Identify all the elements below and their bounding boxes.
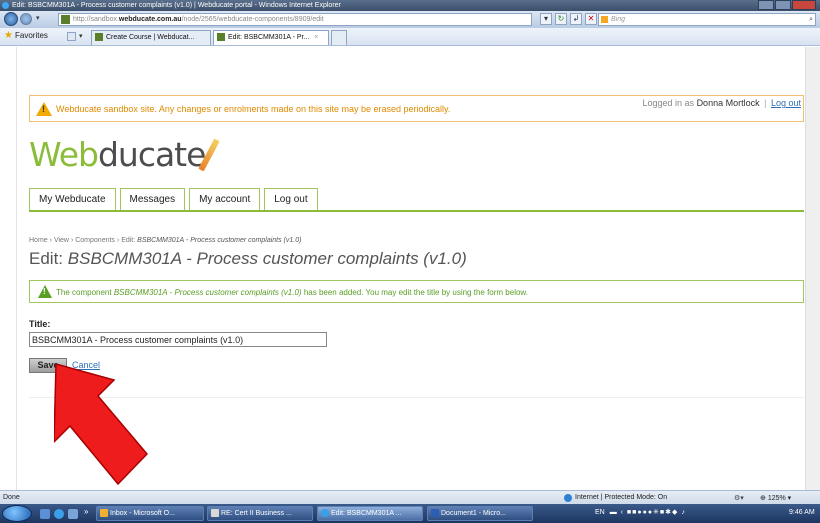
sandbox-notice: Webducate sandbox site. Any changes or e… [29, 95, 804, 122]
title-label: Title: [29, 319, 51, 329]
browser-status-bar: Done Internet | Protected Mode: On ⚙▾ ⊕ … [0, 490, 820, 504]
star-icon: ★ [4, 30, 13, 41]
page-content: Webducate sandbox site. Any changes or e… [0, 47, 820, 490]
new-tab-button[interactable] [331, 30, 347, 45]
ie-quicklaunch-icon[interactable] [54, 509, 64, 519]
menu-underline [29, 210, 804, 212]
status-message: The component BSBCMM301A - Process custo… [29, 280, 804, 303]
status-warning-icon [38, 285, 52, 298]
taskbar-item-re-cert[interactable]: RE: Cert II Business ... [207, 506, 313, 521]
go-icon[interactable]: ↲ [570, 13, 582, 25]
security-zone[interactable]: Internet | Protected Mode: On [564, 494, 667, 502]
back-button[interactable] [4, 12, 18, 26]
forward-button[interactable] [20, 13, 32, 25]
windows-taskbar: » Inbox - Microsoft O... RE: Cert II Bus… [0, 504, 820, 523]
desktop-icon[interactable] [40, 509, 50, 519]
ie-icon [321, 509, 329, 517]
breadcrumb: Home › View › Components › Edit: BSBCMM3… [29, 237, 302, 244]
quick-tabs-icon[interactable] [67, 32, 76, 41]
webducate-logo[interactable]: Webducate [29, 135, 220, 174]
logout-link[interactable]: Log out [771, 98, 801, 108]
favorites-button[interactable]: ★ Favorites [4, 30, 48, 41]
status-text: Done [3, 494, 20, 501]
vertical-scrollbar[interactable] [805, 47, 820, 490]
overflow-chevron-icon[interactable]: » [84, 507, 88, 516]
url-input[interactable]: http://sandbox.webducate.com.au/node/256… [58, 13, 532, 26]
browser-tab-create-course[interactable]: Create Course | Webducat... [91, 30, 211, 45]
dropdown-icon[interactable]: ▾ [540, 13, 552, 25]
breadcrumb-components[interactable]: Components [75, 237, 115, 244]
breadcrumb-current: BSBCMM301A - Process customer complaints… [137, 237, 302, 244]
page-divider [16, 47, 17, 490]
system-tray: EN ▬ ‹ ■■●●●✳■✱◆ ♪ 9:46 AM [595, 506, 815, 521]
stop-icon[interactable]: ✕ [585, 13, 597, 25]
window-controls [757, 0, 816, 10]
taskbar-item-inbox[interactable]: Inbox - Microsoft O... [96, 506, 204, 521]
word-icon [431, 509, 439, 517]
bing-icon [601, 16, 608, 23]
user-name: Donna Mortlock [696, 98, 760, 108]
title-input[interactable] [29, 332, 327, 347]
menu-item-my-webducate[interactable]: My Webducate [29, 188, 116, 211]
message-icon [211, 509, 219, 517]
url-actions: ▾ ↻ ↲ ✕ [540, 13, 600, 25]
explorer-icon[interactable] [68, 509, 78, 519]
site-favicon [61, 15, 70, 24]
maximize-button[interactable] [775, 0, 791, 10]
search-icon[interactable]: ⌕ [809, 14, 813, 25]
warning-icon [36, 102, 52, 116]
close-tab-icon[interactable]: × [314, 34, 318, 41]
red-arrow-annotation [54, 364, 149, 486]
tab-favicon [217, 33, 225, 41]
globe-icon [564, 494, 572, 502]
start-button[interactable] [2, 505, 32, 522]
zoom-level[interactable]: ⊕ 125% ▾ [760, 494, 791, 502]
outlook-icon [100, 509, 108, 517]
minimize-button[interactable] [758, 0, 774, 10]
sandbox-message: Webducate sandbox site. Any changes or e… [56, 104, 451, 114]
breadcrumb-view[interactable]: View [54, 237, 69, 244]
protected-mode-icon[interactable]: ⚙▾ [734, 494, 744, 502]
taskbar-item-edit[interactable]: Edit: BSBCMM301A ... [317, 506, 423, 521]
menu-item-log-out[interactable]: Log out [264, 188, 318, 211]
favorites-bar: ★ Favorites ▾ Create Course | Webducat..… [0, 28, 820, 46]
address-bar: ▾ http://sandbox.webducate.com.au/node/2… [0, 11, 820, 28]
refresh-icon[interactable]: ↻ [555, 13, 567, 25]
taskbar-item-document1[interactable]: Document1 - Micro... [427, 506, 533, 521]
tab-list-dropdown-icon[interactable]: ▾ [79, 32, 83, 40]
clock[interactable]: 9:46 AM [789, 506, 815, 520]
window-title: Edit: BSBCMM301A - Process customer comp… [12, 2, 341, 9]
breadcrumb-home[interactable]: Home [29, 237, 48, 244]
recent-pages-dropdown-icon[interactable]: ▾ [36, 14, 40, 22]
login-info: Logged in as Donna Mortlock | Log out [642, 98, 802, 108]
ie-icon [2, 2, 9, 9]
close-window-button[interactable] [792, 0, 816, 10]
search-input[interactable]: Bing ⌕ [598, 13, 816, 26]
tray-icons[interactable]: ▬ ‹ ■■●●●✳■✱◆ ♪ [610, 506, 686, 520]
zoom-icon: ⊕ [760, 495, 766, 502]
page-title: Edit: BSBCMM301A - Process customer comp… [29, 249, 467, 268]
main-menu: My Webducate Messages My account Log out [29, 188, 322, 211]
language-indicator[interactable]: EN [595, 509, 605, 516]
browser-tab-edit[interactable]: Edit: BSBCMM301A - Pr... × [213, 30, 329, 45]
tab-favicon [95, 33, 103, 41]
window-title-bar: Edit: BSBCMM301A - Process customer comp… [0, 0, 820, 11]
menu-item-my-account[interactable]: My account [189, 188, 261, 211]
menu-item-messages[interactable]: Messages [119, 188, 186, 211]
